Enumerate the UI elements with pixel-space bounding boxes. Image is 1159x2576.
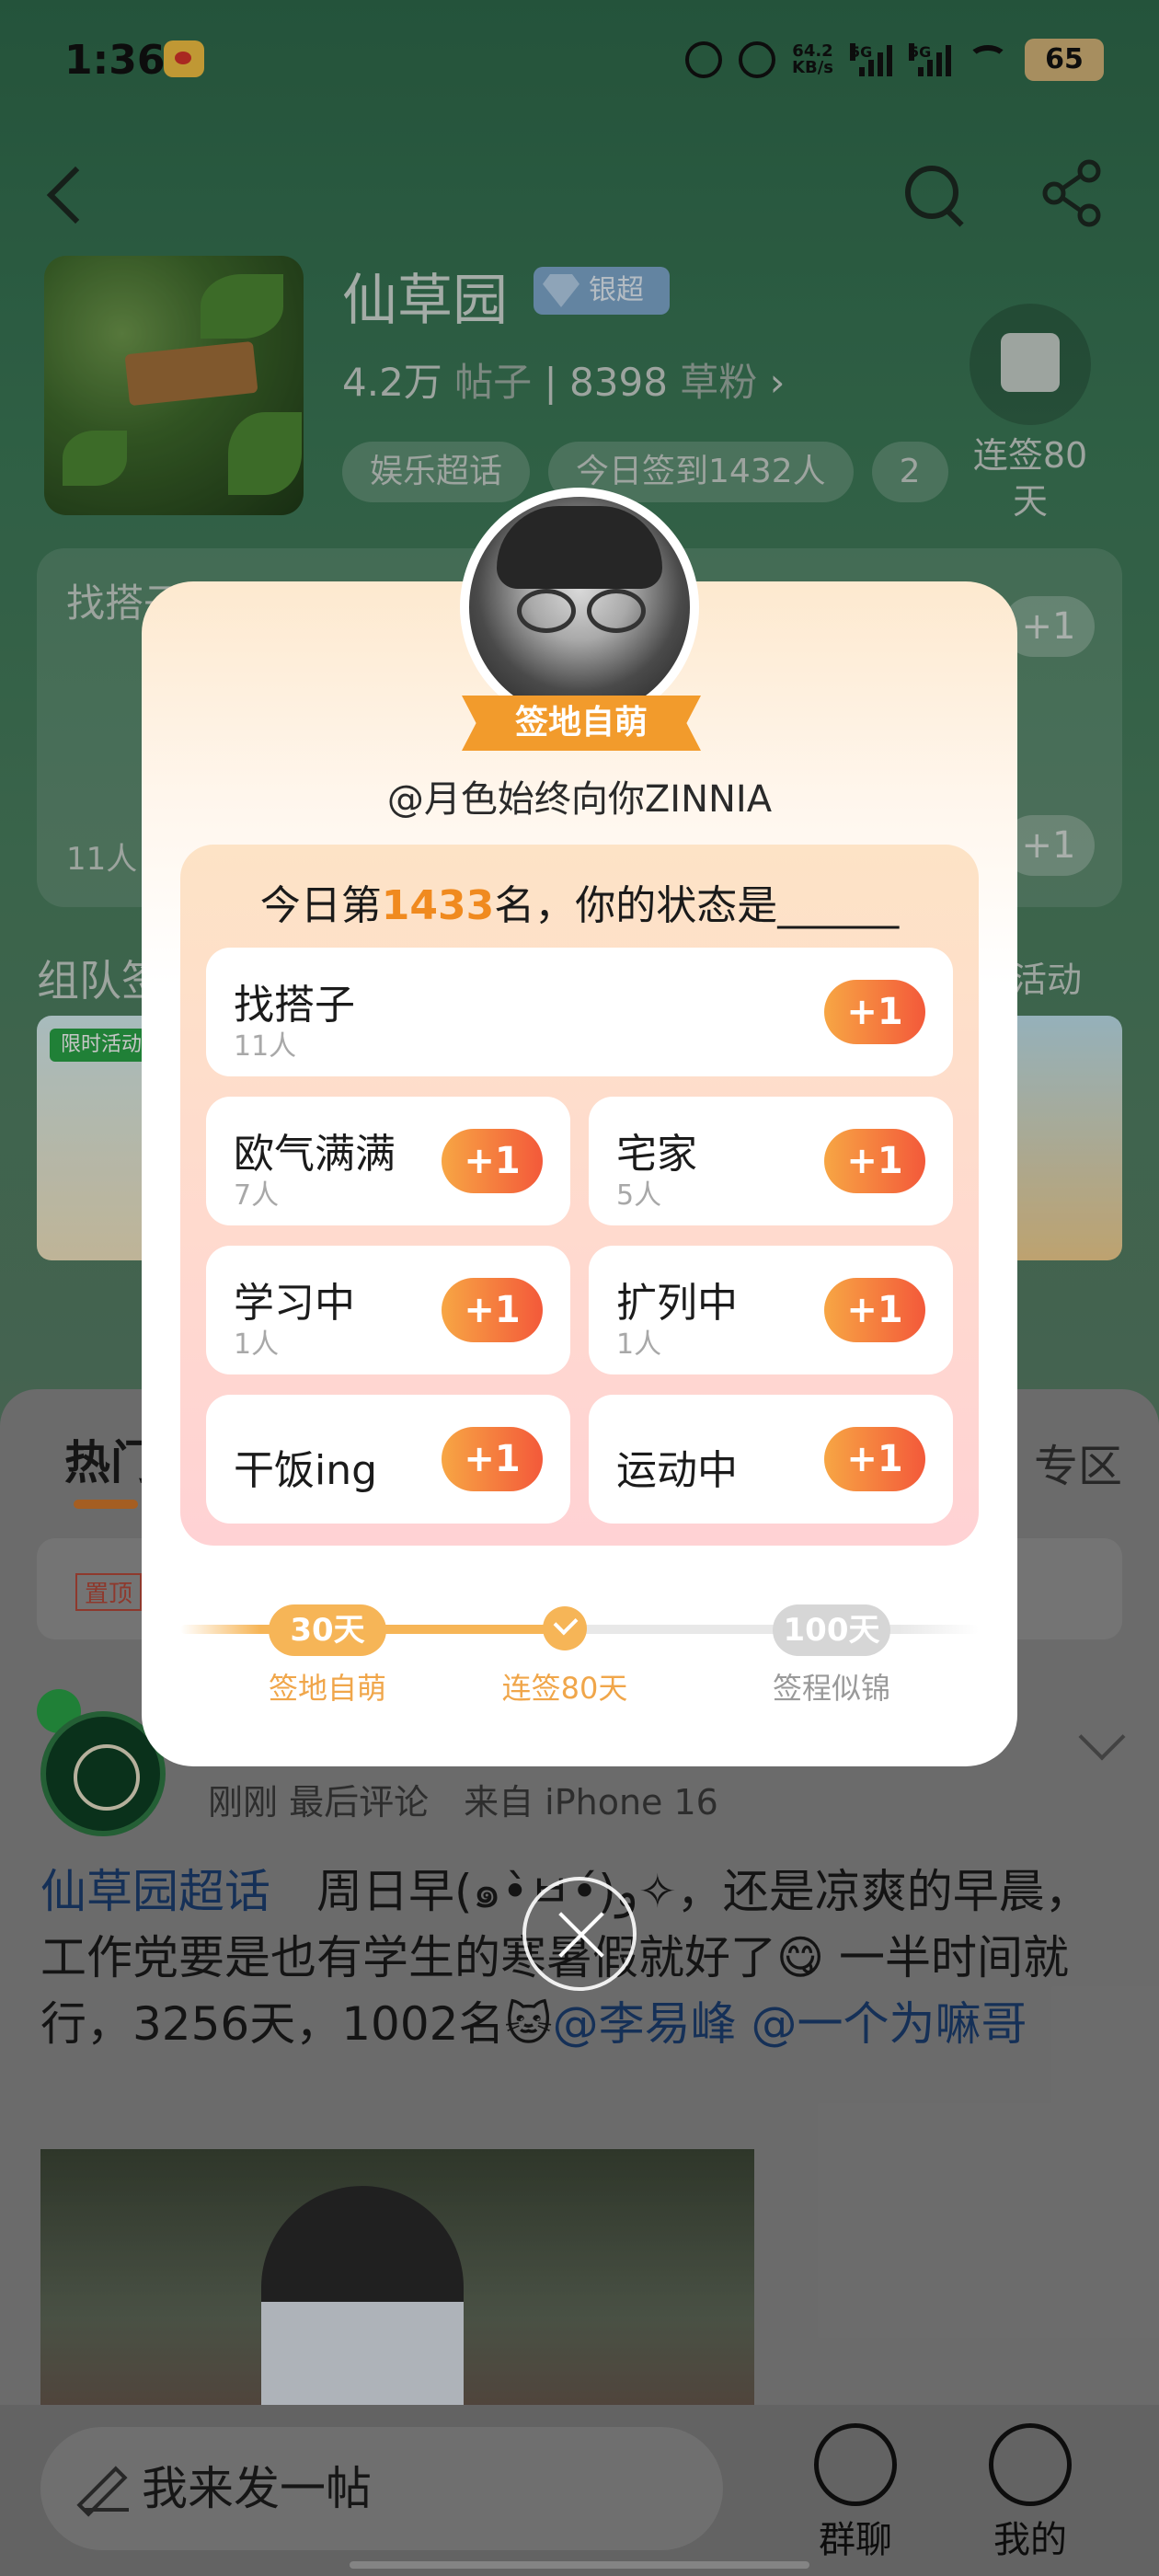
milestone-30-pill: 30天 xyxy=(269,1604,386,1656)
milestone-100-pill: 100天 xyxy=(773,1604,890,1656)
plus-one-button[interactable]: +1 xyxy=(824,1129,925,1193)
status-options: 今日第1433名，你的状态是______ 找搭子 11人 +1 欧气满满 7人 … xyxy=(180,845,979,1546)
status-option-eating[interactable]: 干饭ing +1 xyxy=(206,1395,570,1524)
username: @月色始终向你ZINNIA xyxy=(386,778,773,821)
milestone-30-label: 签地自萌 xyxy=(268,1671,386,1706)
status-option-making-friends[interactable]: 扩列中 1人 +1 xyxy=(589,1246,953,1374)
status-title: 今日第1433名，你的状态是______ xyxy=(259,882,900,929)
close-button[interactable] xyxy=(522,1877,637,1991)
milestone-100-label: 签程似锦 xyxy=(772,1671,890,1706)
status-option-stay-home[interactable]: 宅家 5人 +1 xyxy=(589,1097,953,1225)
status-option-studying[interactable]: 学习中 1人 +1 xyxy=(206,1246,570,1374)
plus-one-button[interactable]: +1 xyxy=(824,1278,925,1342)
plus-one-button[interactable]: +1 xyxy=(442,1129,543,1193)
plus-one-button[interactable]: +1 xyxy=(824,1427,925,1491)
plus-one-button[interactable]: +1 xyxy=(442,1427,543,1491)
status-option-find-partner[interactable]: 找搭子 11人 +1 xyxy=(206,948,953,1076)
level-ribbon: 签地自萌 xyxy=(462,696,701,751)
streak-progress: 30天 100天 签地自萌 连签80天 签程似锦 xyxy=(180,1592,979,1706)
check-icon xyxy=(543,1606,587,1650)
milestone-80-label: 连签80天 xyxy=(501,1671,628,1706)
user-avatar xyxy=(460,488,699,727)
plus-one-button[interactable]: +1 xyxy=(442,1278,543,1342)
plus-one-button[interactable]: +1 xyxy=(824,980,925,1044)
status-option-lucky[interactable]: 欧气满满 7人 +1 xyxy=(206,1097,570,1225)
status-option-exercising[interactable]: 运动中 +1 xyxy=(589,1395,953,1524)
